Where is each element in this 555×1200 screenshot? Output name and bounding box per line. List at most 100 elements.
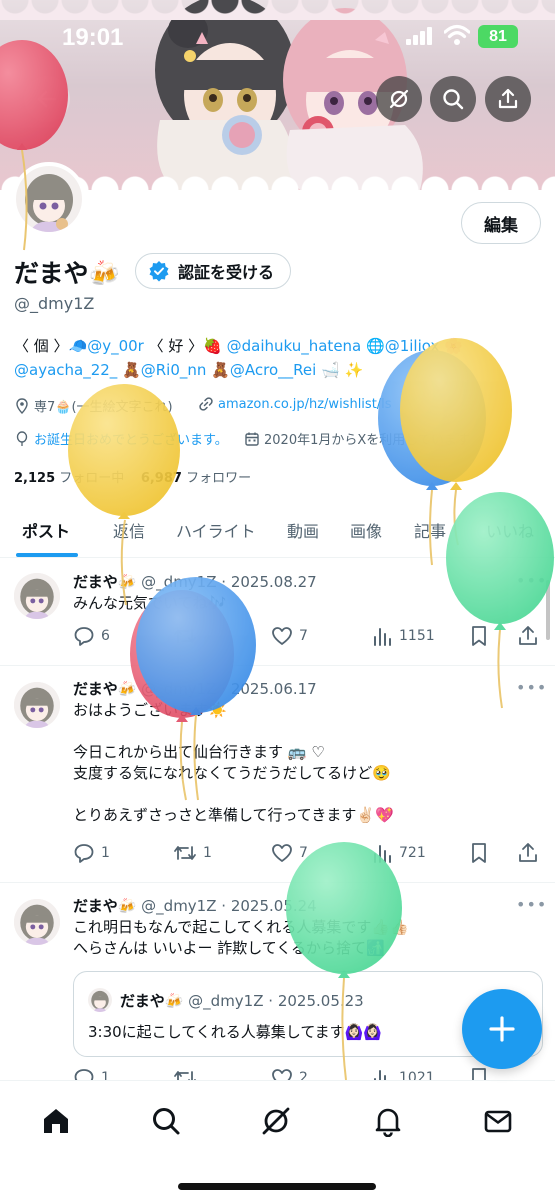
profile-website[interactable]: amazon.co.jp/hz/wishlist/ls bbox=[198, 396, 392, 412]
repost-icon bbox=[174, 629, 196, 643]
bio-mention-link[interactable]: @Acro__Rei bbox=[230, 361, 316, 379]
followers-link[interactable]: 6,987 フォロワー bbox=[141, 471, 251, 486]
nav-notifications[interactable] bbox=[368, 1101, 408, 1141]
birthday-text[interactable]: お誕生日おめでとうございます。 bbox=[34, 429, 228, 448]
grok-icon bbox=[389, 89, 409, 109]
tab-posts[interactable]: ポスト bbox=[22, 518, 70, 542]
tab-replies[interactable]: 返信 bbox=[113, 518, 145, 542]
like-button[interactable]: 7 bbox=[271, 842, 308, 864]
bookmark-icon bbox=[472, 626, 486, 646]
reply-button[interactable]: 1 bbox=[73, 842, 110, 864]
get-verified-button[interactable]: 認証を受ける bbox=[135, 253, 292, 289]
profile-name: だまや🍻 bbox=[14, 259, 120, 288]
post-text: これ明日もなんで起こしてくれる人募集です👍🏻👍🏻 へらさんは いいよー 詐欺して… bbox=[73, 918, 409, 957]
bookmark-button[interactable] bbox=[469, 625, 489, 647]
post-author-name[interactable]: だまや🍻 bbox=[73, 897, 136, 915]
heart-icon bbox=[272, 844, 292, 862]
reply-button[interactable]: 6 bbox=[73, 625, 110, 647]
views-button[interactable]: 1151 bbox=[371, 625, 435, 647]
nav-search[interactable] bbox=[146, 1101, 186, 1141]
quoted-author-handle: @_dmy1Z bbox=[188, 992, 264, 1010]
active-tab-indicator bbox=[16, 553, 78, 557]
post-more-button[interactable]: ••• bbox=[516, 895, 547, 914]
post-more-button[interactable]: ••• bbox=[516, 678, 547, 697]
website-link[interactable]: amazon.co.jp/hz/wishlist/ls bbox=[218, 397, 392, 412]
share-button[interactable] bbox=[485, 76, 531, 122]
following-link[interactable]: 2,125 フォロー中 bbox=[14, 471, 124, 486]
bio-line-1: 〈 個 〉🧢@y_00r 〈 好 〉🍓 @daihuku_hatena 🌐@1i… bbox=[14, 334, 544, 358]
avatar-illustration bbox=[16, 166, 82, 232]
avatar-illustration bbox=[88, 988, 112, 1012]
post-item[interactable]: だまや🍻 @_dmy1Z · 2025.06.17 ••• おはようございます☀… bbox=[0, 666, 555, 883]
search-button[interactable] bbox=[430, 76, 476, 122]
profile-bio: 〈 個 〉🧢@y_00r 〈 好 〉🍓 @daihuku_hatena 🌐@1i… bbox=[14, 334, 544, 382]
quoted-post-text: 3:30に起こしてくれる人募集してます🙆🏻‍♀️🙆🏻‍♀️ bbox=[88, 1023, 382, 1041]
bio-text: 〈 好 〉🍓 bbox=[143, 337, 227, 355]
home-icon bbox=[44, 1109, 68, 1133]
bio-mention-link[interactable]: @daihuku_hatena bbox=[227, 337, 362, 355]
followers-count: 6,987 bbox=[140, 471, 182, 486]
quoted-author-name: だまや🍻 bbox=[120, 992, 184, 1010]
views-icon bbox=[374, 845, 391, 863]
post-text: おはようございます☀️ 今日これから出て仙台行きます 🚌 ♡ 支度する気になれな… bbox=[73, 701, 394, 824]
bio-text: 〈 個 〉🧢 bbox=[14, 337, 88, 355]
profile-joined: 2020年1月からXを利用しています bbox=[244, 429, 470, 448]
nav-grok[interactable] bbox=[256, 1101, 296, 1141]
grok-button[interactable] bbox=[376, 76, 422, 122]
post-date[interactable]: 2025.06.17 bbox=[231, 680, 317, 698]
tab-highlights[interactable]: ハイライト bbox=[176, 518, 256, 542]
post-author-name[interactable]: だまや🍻 bbox=[73, 680, 136, 698]
profile-avatar[interactable] bbox=[12, 162, 86, 236]
post-author-handle[interactable]: @_dmy1Z bbox=[141, 680, 216, 698]
bio-mention-link[interactable]: @1iliox bbox=[385, 337, 440, 355]
avatar-illustration bbox=[14, 899, 60, 945]
post-author-name[interactable]: だまや🍻 bbox=[73, 573, 136, 591]
tab-videos[interactable]: 動画 bbox=[287, 518, 319, 542]
post-more-button[interactable]: ••• bbox=[516, 571, 547, 590]
share-post-button[interactable] bbox=[517, 842, 539, 864]
bookmark-button[interactable] bbox=[469, 842, 489, 864]
like-button[interactable]: 7 bbox=[271, 625, 308, 647]
repost-button[interactable]: 1 bbox=[173, 842, 212, 864]
bio-mention-link[interactable]: @Ri0_nn bbox=[141, 361, 207, 379]
bio-text: 🌸 bbox=[439, 337, 463, 355]
like-count: 7 bbox=[299, 845, 308, 861]
repost-count: 1 bbox=[203, 845, 212, 861]
share-icon bbox=[519, 626, 537, 645]
compose-post-button[interactable] bbox=[462, 989, 542, 1069]
post-avatar[interactable] bbox=[14, 682, 60, 728]
bio-text: 🌐 bbox=[361, 337, 385, 355]
bottom-navigation bbox=[0, 1080, 555, 1200]
scrollbar[interactable] bbox=[546, 580, 550, 640]
nav-messages[interactable] bbox=[478, 1101, 518, 1141]
repost-button[interactable] bbox=[173, 625, 203, 647]
bio-mention-link[interactable]: @y_00r bbox=[87, 337, 144, 355]
bell-icon bbox=[375, 1108, 401, 1137]
plus-icon bbox=[489, 1016, 515, 1042]
bio-text: 🛁 ✨ bbox=[316, 361, 364, 379]
home-indicator[interactable] bbox=[178, 1183, 376, 1190]
post-avatar[interactable] bbox=[14, 573, 60, 619]
tab-photos[interactable]: 画像 bbox=[350, 518, 382, 542]
post-text: みんな元気でいてね🎶 bbox=[73, 594, 227, 612]
tab-articles[interactable]: 記事 bbox=[414, 518, 446, 542]
link-icon bbox=[199, 397, 213, 411]
views-button[interactable]: 721 bbox=[371, 842, 426, 864]
heart-icon bbox=[272, 627, 292, 645]
bio-mention-link[interactable]: @ayacha_22_ bbox=[14, 361, 117, 379]
back-button[interactable] bbox=[24, 76, 70, 122]
post-date[interactable]: 2025.05.24 bbox=[231, 897, 317, 915]
post-date[interactable]: 2025.08.27 bbox=[231, 573, 317, 591]
tab-likes[interactable]: いいね bbox=[486, 518, 534, 542]
cellular-signal-icon bbox=[406, 27, 432, 45]
post-item[interactable]: だまや🍻 @_dmy1Z · 2025.08.27 ••• みんな元気でいてね🎶… bbox=[0, 559, 555, 666]
nav-home[interactable] bbox=[36, 1101, 76, 1141]
share-post-button[interactable] bbox=[517, 625, 539, 647]
post-avatar[interactable] bbox=[14, 899, 60, 945]
post-header: だまや🍻 @_dmy1Z · 2025.05.24 bbox=[73, 897, 317, 915]
edit-profile-button[interactable]: 編集 bbox=[461, 202, 541, 244]
followers-label: フォロワー bbox=[186, 471, 252, 486]
post-author-handle[interactable]: @_dmy1Z bbox=[141, 897, 216, 915]
post-author-handle[interactable]: @_dmy1Z bbox=[141, 573, 216, 591]
profile-location: 専7🧁(一生絵文字これ) bbox=[14, 396, 173, 415]
